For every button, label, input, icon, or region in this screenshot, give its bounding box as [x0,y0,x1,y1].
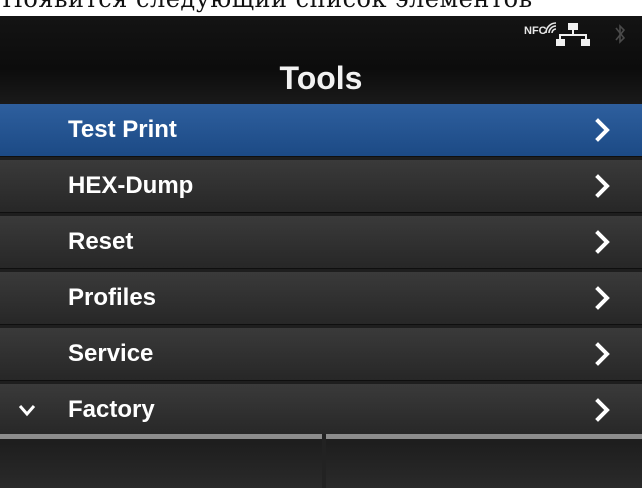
nfc-icon: NFC [524,22,557,37]
lan-icon [556,23,590,46]
menu-item-label: Test Print [68,116,177,143]
menu-item-label: Reset [68,228,134,255]
caption-strip: Появится следующий список элементов [0,0,642,16]
page-title: Tools [279,60,363,96]
caption-text: Появится следующий список элементов [2,0,533,13]
chevron-right-icon [595,230,610,254]
menu-item-factory[interactable]: Factory [0,384,642,437]
chevron-right-icon [595,286,610,310]
footer-bar [0,434,642,488]
softkey-right[interactable] [326,434,642,488]
menu-list: Test Print HEX-Dump Reset Profiles Servi… [0,104,642,440]
menu-item-label: Factory [68,396,155,423]
chevron-right-icon [595,398,610,422]
menu-item-label: Service [68,340,154,367]
menu-item-label: HEX-Dump [68,172,194,199]
chevron-right-icon [595,118,610,142]
menu-item-reset[interactable]: Reset [0,216,642,269]
menu-item-hex-dump[interactable]: HEX-Dump [0,160,642,213]
menu-item-label: Profiles [68,284,157,311]
softkey-left[interactable] [0,434,322,488]
chevron-right-icon [595,174,610,198]
menu-item-profiles[interactable]: Profiles [0,272,642,325]
menu-item-test-print[interactable]: Test Print [0,104,642,157]
chevron-right-icon [595,342,610,366]
header: NFC Tools [0,16,642,104]
chevron-down-icon [18,405,36,417]
menu-item-service[interactable]: Service [0,328,642,381]
printer-screen: NFC Tools Test Print HEX-Dump Reset Prof… [0,16,642,488]
bluetooth-icon [615,24,626,44]
